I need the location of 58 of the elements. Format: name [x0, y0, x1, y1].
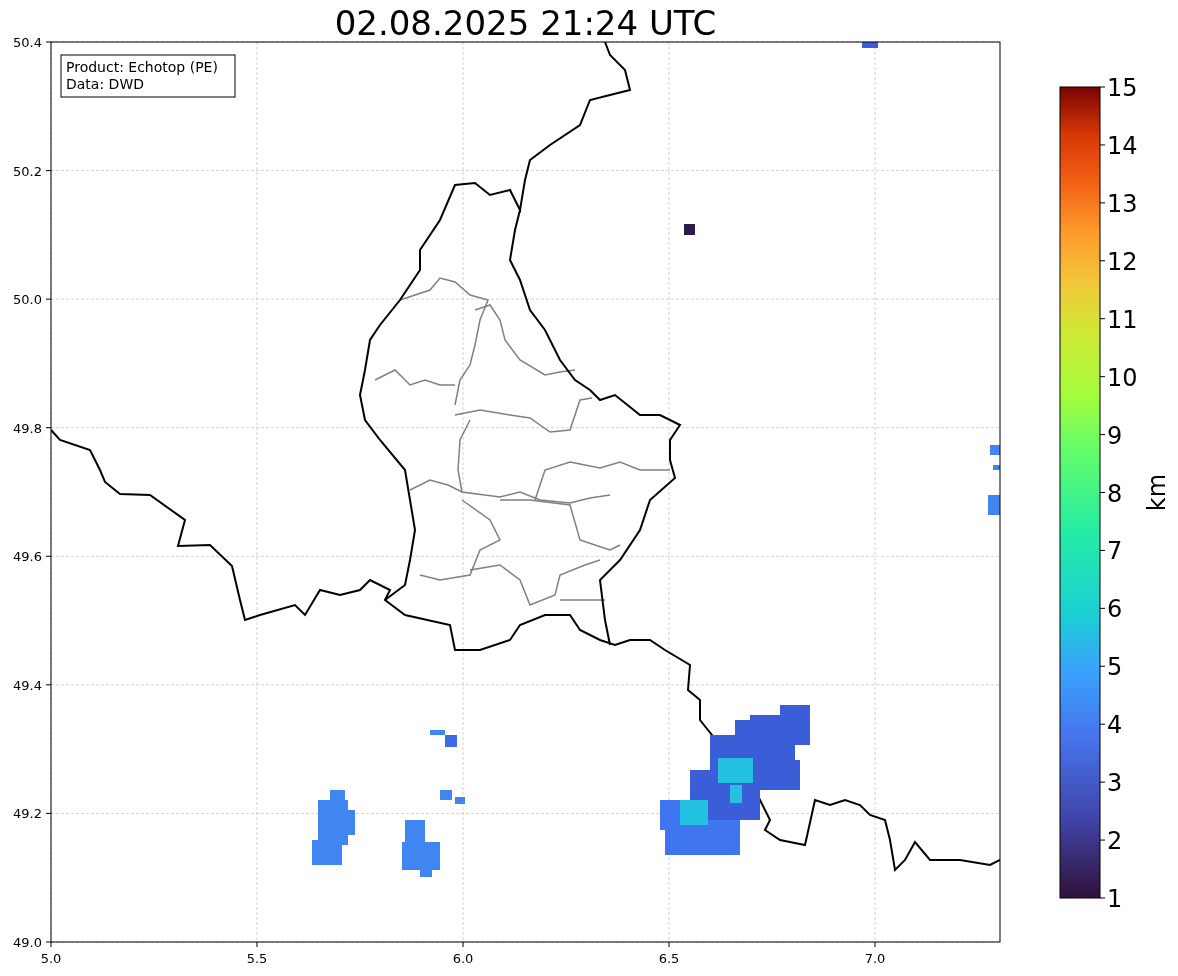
colorbar-tick-label: 11 — [1107, 305, 1138, 334]
colorbar-tick-label: 10 — [1107, 363, 1138, 392]
tick-mark — [1099, 86, 1106, 88]
tick-mark — [874, 941, 876, 948]
colorbar-tick-label: 13 — [1107, 189, 1138, 218]
colorbar-tick-label: 15 — [1107, 74, 1138, 102]
colorbar-tick-label: 12 — [1107, 247, 1138, 276]
axis-tick-label: 50.2 — [13, 163, 42, 179]
axis-tick-label: 5.5 — [246, 951, 268, 966]
colorbar-tick-label: 5 — [1107, 653, 1123, 682]
tick-mark — [1099, 376, 1106, 378]
axis-tick-label: 5.0 — [40, 951, 62, 966]
tick-mark — [668, 941, 670, 948]
colorbar-tick-label: 1 — [1107, 885, 1123, 913]
tick-mark — [1099, 144, 1106, 146]
colorbar-tick-label: 3 — [1107, 769, 1123, 798]
colorbar-tick-label: 2 — [1107, 827, 1123, 856]
tick-mark — [1099, 318, 1106, 320]
info-text: Data: DWD — [66, 76, 144, 92]
tick-mark — [45, 555, 52, 557]
info-text: Product: Echotop (PE) — [66, 59, 218, 75]
tick-mark — [462, 941, 464, 948]
tick-mark — [1099, 260, 1106, 262]
tick-mark — [45, 684, 52, 686]
colorbar-tick-label: 6 — [1107, 595, 1123, 624]
tick-mark — [45, 41, 52, 43]
tick-mark — [1099, 723, 1106, 725]
tick-mark — [45, 298, 52, 300]
colorbar-tick-label: 14 — [1107, 131, 1138, 160]
axis-tick-label: 6.5 — [658, 951, 680, 966]
colorbar-tick-label: 4 — [1107, 711, 1123, 740]
tick-mark — [1099, 781, 1106, 783]
tick-mark — [45, 170, 52, 172]
axis-tick-label: 49.6 — [13, 549, 42, 565]
colorbar-tick-label: 7 — [1107, 537, 1123, 566]
axis-tick-label: 50.4 — [13, 35, 42, 50]
axis-tick-label: 49.8 — [13, 420, 42, 436]
tick-mark — [256, 941, 258, 948]
axis-tick-label: 7.0 — [864, 951, 886, 966]
axis-tick-label: 49.4 — [13, 677, 42, 693]
axis-tick-label: 49.0 — [13, 935, 42, 950]
colorbar-label: km — [1143, 473, 1171, 512]
colorbar-tick-label: 9 — [1107, 421, 1123, 450]
tick-mark — [1099, 434, 1106, 436]
tick-mark — [1099, 665, 1106, 667]
axis-tick-label: 6.0 — [452, 951, 474, 966]
tick-mark — [1099, 897, 1106, 899]
axis-tick-label: 50.0 — [13, 292, 42, 308]
colorbar-tick-label: 8 — [1107, 479, 1123, 508]
tick-mark — [45, 427, 52, 429]
chart-title: 02.08.2025 21:24 UTC — [334, 3, 717, 43]
tick-mark — [1099, 492, 1106, 493]
tick-mark — [1099, 839, 1106, 841]
axis-tick-label: 49.2 — [13, 806, 42, 822]
tick-mark — [1099, 202, 1106, 204]
tick-mark — [45, 812, 52, 814]
tick-mark — [1099, 549, 1106, 551]
tick-mark — [1099, 607, 1106, 609]
